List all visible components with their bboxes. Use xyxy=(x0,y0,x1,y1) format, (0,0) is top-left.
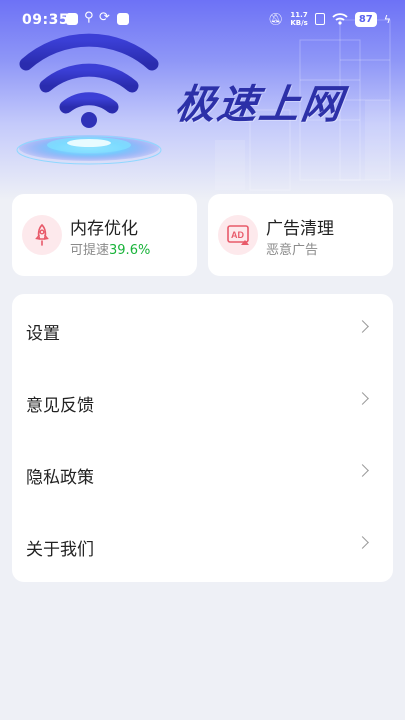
wifi-icon xyxy=(332,13,348,25)
chevron-right-icon xyxy=(356,536,369,549)
menu-item-label: 关于我们 xyxy=(26,540,94,560)
memory-optimize-card[interactable]: 内存优化 可提速39.6% xyxy=(12,194,197,276)
mail-icon xyxy=(117,13,129,25)
app-notification-icon xyxy=(66,13,78,25)
menu-item-feedback[interactable]: 意见反馈 xyxy=(12,366,393,438)
memory-optimize-subtitle: 可提速39.6% xyxy=(70,243,151,258)
net-speed: 11.7 KB/s xyxy=(290,11,308,27)
rocket-icon xyxy=(22,215,62,255)
status-right-group: 🔕︎ 11.7 KB/s 87 ϟ xyxy=(268,11,391,27)
chevron-right-icon xyxy=(356,392,369,405)
menu-item-label: 设置 xyxy=(26,324,60,344)
ad-clean-title: 广告清理 xyxy=(266,219,334,239)
usb-icon: ⚲ xyxy=(84,10,94,25)
ad-clean-card[interactable]: AD 广告清理 恶意广告 xyxy=(208,194,393,276)
sim-icon xyxy=(314,13,325,25)
wifi-logo-icon xyxy=(14,30,164,174)
sync-icon: ⟳ xyxy=(99,10,110,25)
svg-text:AD: AD xyxy=(231,230,244,240)
chevron-right-icon xyxy=(356,464,369,477)
speedup-percent: 39.6% xyxy=(109,243,151,258)
charging-icon: ϟ xyxy=(383,12,391,26)
ad-block-icon: AD xyxy=(218,215,258,255)
menu-item-about-us[interactable]: 关于我们 xyxy=(12,510,393,582)
status-bar: 09:35 ⚲ ⟳ 🔕︎ 11.7 KB/s 87 ϟ xyxy=(0,0,405,40)
ad-clean-subtitle: 恶意广告 xyxy=(266,243,319,258)
memory-optimize-title: 内存优化 xyxy=(70,219,138,239)
menu-item-label: 隐私政策 xyxy=(26,468,94,488)
chevron-right-icon xyxy=(356,320,369,333)
status-time: 09:35 xyxy=(22,12,70,28)
menu-item-settings[interactable]: 设置 xyxy=(12,294,393,366)
battery-level: 87 xyxy=(354,11,377,27)
mute-bell-icon: 🔕︎ xyxy=(268,12,284,26)
hero-title: 极速上网 xyxy=(172,82,347,128)
menu-item-privacy-policy[interactable]: 隐私政策 xyxy=(12,438,393,510)
settings-menu: 设置 意见反馈 隐私政策 关于我们 xyxy=(12,294,393,582)
menu-item-label: 意见反馈 xyxy=(26,396,94,416)
